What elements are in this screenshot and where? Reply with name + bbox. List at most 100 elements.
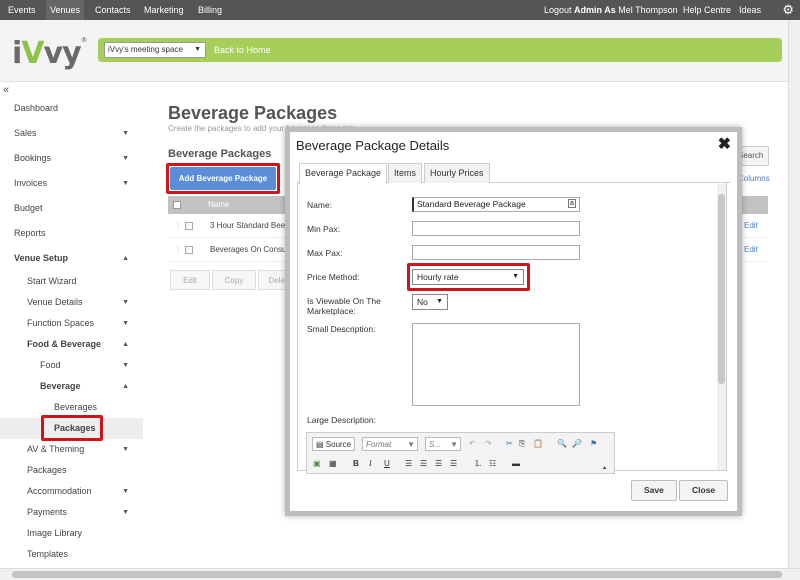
nav-billing[interactable]: Billing <box>194 0 226 20</box>
viewable-select[interactable]: No ▼ <box>412 294 448 310</box>
max-pax-label: Max Pax: <box>307 248 343 258</box>
sidebar-item-start-wizard[interactable]: Start Wizard <box>0 271 143 292</box>
sidebar-item-venue-details[interactable]: Venue Details ▼ <box>0 292 143 313</box>
chevron-down-icon: ▼ <box>122 299 129 306</box>
bold-icon[interactable]: B <box>353 457 359 471</box>
translate-icon[interactable]: a <box>568 199 576 208</box>
copy-button[interactable]: Copy <box>212 270 256 290</box>
page-vertical-scrollbar[interactable] <box>788 20 800 568</box>
italic-icon[interactable]: I <box>369 457 372 471</box>
gear-icon[interactable]: ⚙ <box>782 2 794 18</box>
align-right-icon[interactable]: ☰ <box>435 457 442 471</box>
paste-icon[interactable]: 📋 <box>533 437 543 451</box>
dialog-title: Beverage Package Details <box>296 138 450 153</box>
nav-venues[interactable]: Venues <box>46 0 85 20</box>
sidebar-item-food[interactable]: Food ▼ <box>0 355 143 376</box>
sidebar-item-packages[interactable]: Packages <box>0 460 143 481</box>
logo[interactable]: iVvy® <box>12 36 88 71</box>
nav-marketing[interactable]: Marketing <box>140 0 188 20</box>
highlight-add-button <box>166 163 280 194</box>
sidebar-item-av-theming[interactable]: AV & Theming ▼ <box>0 439 143 460</box>
select-all-checkbox[interactable] <box>173 201 181 209</box>
nav-contacts[interactable]: Contacts <box>91 0 135 20</box>
sidebar-item-venue-setup[interactable]: Venue Setup ▲ <box>0 248 143 269</box>
source-button[interactable]: ▤ Source <box>312 437 356 451</box>
scrollbar-thumb[interactable] <box>12 571 782 578</box>
space-select[interactable]: iVvy's meeting space ▼ <box>104 42 206 58</box>
resize-handle-icon[interactable]: ▴ <box>603 461 606 475</box>
highlight-price-method <box>407 263 530 291</box>
columns-link[interactable]: Columns <box>738 174 770 183</box>
tab-hourly-prices[interactable]: Hourly Prices <box>424 163 490 183</box>
sidebar-item-invoices[interactable]: Invoices ▼ <box>0 173 143 194</box>
undo-icon[interactable]: ↶ <box>469 437 476 451</box>
sidebar-item-reports[interactable]: Reports <box>0 223 143 244</box>
chevron-down-icon: ▼ <box>122 155 129 162</box>
highlight-packages <box>41 415 103 441</box>
logout-link[interactable]: Logout Admin As Mel Thompson <box>544 0 678 20</box>
sidebar-item-sales[interactable]: Sales ▼ <box>0 123 143 144</box>
align-center-icon[interactable]: ☰ <box>420 457 427 471</box>
price-method-label: Price Method: <box>307 272 360 282</box>
sidebar-item-budget[interactable]: Budget <box>0 198 143 219</box>
align-left-icon[interactable]: ☰ <box>405 457 412 471</box>
image-icon[interactable]: ▣ <box>313 457 321 471</box>
sidebar-item-payments[interactable]: Payments ▼ <box>0 502 143 523</box>
beverage-package-dialog: Beverage Package Details ✖ Beverage Pack… <box>285 127 742 516</box>
column-name[interactable]: Name <box>208 196 229 214</box>
sidebar-item-beverage[interactable]: Beverage ▲ <box>0 376 143 397</box>
close-icon[interactable]: ✖ <box>718 134 731 154</box>
header: iVvy® iVvy's meeting space ▼ Back to Home <box>0 20 800 82</box>
tab-items[interactable]: Items <box>388 163 423 183</box>
dialog-tabs: Beverage Package Items Hourly Prices <box>297 159 730 184</box>
redo-icon[interactable]: ↷ <box>485 437 492 451</box>
save-button[interactable]: Save <box>631 480 677 501</box>
form-scrollbar[interactable] <box>717 184 726 470</box>
sidebar-item-image-library[interactable]: Image Library <box>0 523 143 544</box>
page-horizontal-scrollbar[interactable] <box>0 568 800 580</box>
cut-icon[interactable]: ✂ <box>506 437 513 451</box>
row-edit-link[interactable]: Edit <box>744 238 758 262</box>
scrollbar-thumb[interactable] <box>718 194 725 384</box>
max-pax-field[interactable] <box>412 245 580 260</box>
close-button[interactable]: Close <box>679 480 729 501</box>
justify-icon[interactable]: ☰ <box>450 457 457 471</box>
replace-icon[interactable]: 🔎 <box>572 437 582 451</box>
horizontal-rule-icon[interactable]: ▬ <box>512 457 520 471</box>
chevron-up-icon: ▲ <box>122 383 129 390</box>
format-select[interactable]: Format ▼ <box>362 437 418 451</box>
sidebar-item-templates[interactable]: Templates <box>0 544 143 565</box>
find-icon[interactable]: 🔍 <box>557 437 567 451</box>
row-checkbox[interactable] <box>185 222 193 230</box>
chevron-down-icon: ▼ <box>122 180 129 187</box>
row-edit-link[interactable]: Edit <box>744 214 758 238</box>
viewable-label: Is Viewable On The Marketplace: <box>307 296 381 316</box>
sidebar-item-accommodation[interactable]: Accommodation ▼ <box>0 481 143 502</box>
chevron-down-icon: ▼ <box>122 362 129 369</box>
name-field[interactable]: Standard Beverage Package a <box>412 197 580 212</box>
row-checkbox[interactable] <box>185 246 193 254</box>
sidebar-item-bookings[interactable]: Bookings ▼ <box>0 148 143 169</box>
ideas-link[interactable]: Ideas <box>739 0 761 20</box>
help-centre-link[interactable]: Help Centre <box>683 0 731 20</box>
sidebar-item-function-spaces[interactable]: Function Spaces ▼ <box>0 313 143 334</box>
sidebar-item-dashboard[interactable]: Dashboard <box>0 98 143 119</box>
collapse-sidebar-icon[interactable]: « <box>3 84 9 96</box>
back-home-link[interactable]: Back to Home <box>214 38 271 62</box>
size-select[interactable]: S... ▼ <box>425 437 461 451</box>
underline-icon[interactable]: U <box>384 457 390 471</box>
bullet-list-icon[interactable]: ☷ <box>489 457 496 471</box>
small-description-textarea[interactable] <box>412 323 580 406</box>
table-icon[interactable]: ▦ <box>329 457 337 471</box>
flag-icon[interactable]: ⚑ <box>590 437 597 451</box>
copy-icon[interactable]: ⎘ <box>519 437 525 451</box>
tab-beverage-package[interactable]: Beverage Package <box>299 163 388 184</box>
sidebar-item-food-beverage[interactable]: Food & Beverage ▲ <box>0 334 143 355</box>
numbered-list-icon[interactable]: ⒈ <box>474 457 482 471</box>
edit-button[interactable]: Edit <box>170 270 210 290</box>
chevron-down-icon: ▼ <box>122 446 129 453</box>
chevron-down-icon: ▼ <box>194 46 201 53</box>
small-description-label: Small Description: <box>307 324 376 334</box>
nav-events[interactable]: Events <box>4 0 40 20</box>
min-pax-field[interactable] <box>412 221 580 236</box>
